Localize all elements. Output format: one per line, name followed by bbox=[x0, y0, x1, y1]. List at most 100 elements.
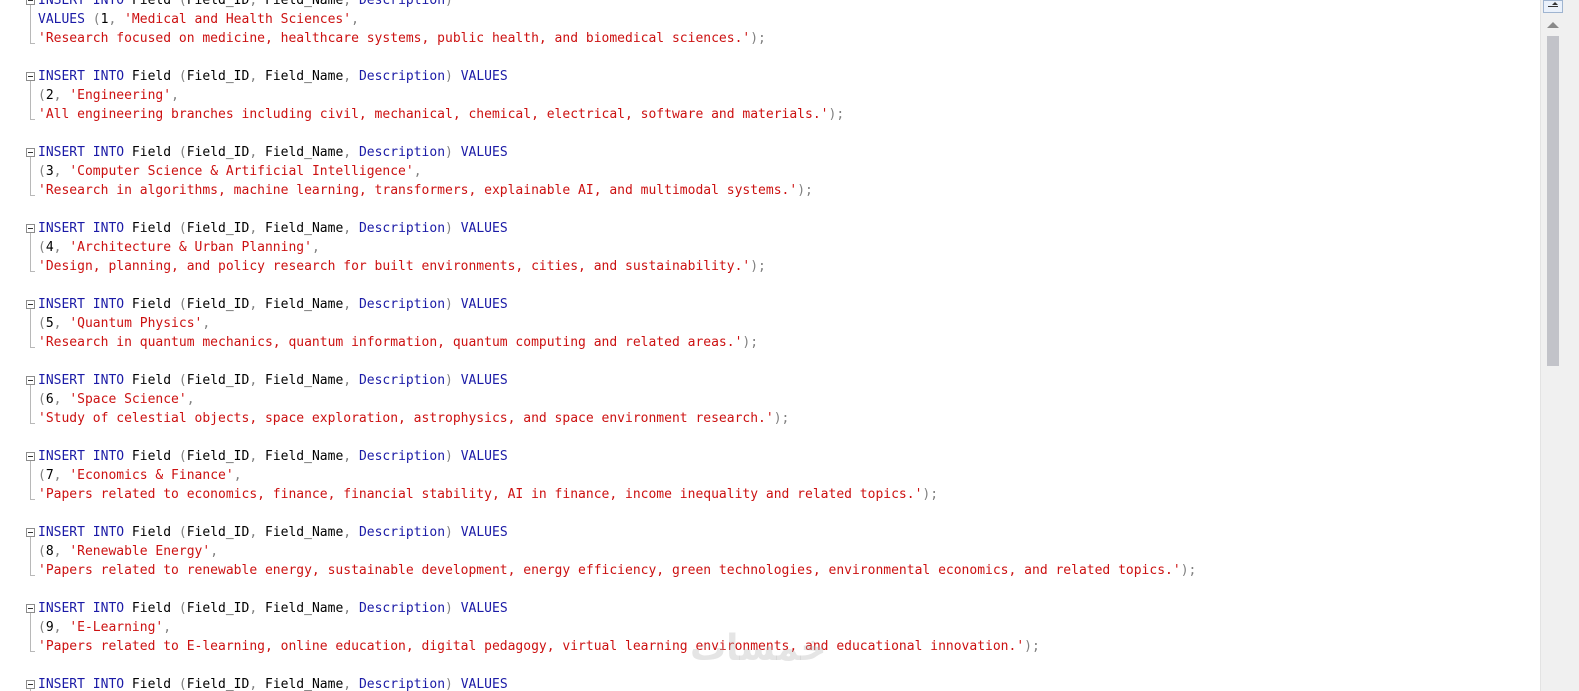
sql-token: Field_Name bbox=[265, 221, 344, 236]
sql-keyword: Description bbox=[358, 677, 446, 691]
collapse-region-icon[interactable] bbox=[26, 376, 35, 385]
sql-string: 'Design, planning, and policy research f… bbox=[38, 259, 751, 274]
code-line: (4, 'Architecture & Urban Planning', bbox=[0, 238, 1540, 257]
sql-token: ( bbox=[178, 69, 187, 84]
code-line: 'Research focused on medicine, healthcar… bbox=[0, 29, 1540, 48]
vertical-scrollbar[interactable] bbox=[1540, 0, 1579, 691]
sql-token: 5 bbox=[45, 316, 54, 331]
sql-token: , bbox=[53, 392, 70, 407]
code-line: INSERT INTO Field (Field_ID, Field_Name,… bbox=[0, 523, 1540, 542]
sql-token: ); bbox=[750, 31, 766, 46]
collapse-region-icon[interactable] bbox=[26, 148, 35, 157]
sql-token: ) bbox=[445, 297, 461, 312]
sql-token: Field_ID bbox=[186, 0, 250, 8]
sql-token: Field_ID bbox=[186, 677, 250, 691]
sql-keyword: Description bbox=[358, 145, 446, 160]
sql-string: 'Medical and Health Sciences' bbox=[124, 12, 352, 27]
collapse-region-icon[interactable] bbox=[26, 452, 35, 461]
sql-token: ( bbox=[178, 677, 187, 691]
sql-token: 7 bbox=[45, 468, 54, 483]
collapse-region-icon[interactable] bbox=[26, 0, 35, 5]
sql-token: ( bbox=[178, 373, 187, 388]
code-line: INSERT INTO Field (Field_ID, Field_Name,… bbox=[0, 447, 1540, 466]
sql-token: , bbox=[53, 88, 70, 103]
sql-token: Field bbox=[124, 69, 179, 84]
sql-token: , bbox=[343, 145, 359, 160]
code-line: INSERT INTO Field (Field_ID, Field_Name,… bbox=[0, 0, 1540, 10]
sql-token: , bbox=[53, 544, 70, 559]
sql-keyword: INSERT INTO bbox=[38, 601, 125, 616]
sql-token: Field_ID bbox=[186, 601, 250, 616]
sql-code-editor[interactable]: INSERT INTO Field (Field_ID, Field_Name,… bbox=[0, 0, 1540, 691]
sql-token: Field bbox=[124, 221, 179, 236]
sql-token: , bbox=[249, 601, 265, 616]
collapse-region-icon[interactable] bbox=[26, 72, 35, 81]
sql-token: , bbox=[210, 544, 219, 559]
sql-string: 'Renewable Energy' bbox=[69, 544, 211, 559]
collapse-region-icon[interactable] bbox=[26, 528, 35, 537]
sql-token: , bbox=[108, 12, 125, 27]
sql-token: , bbox=[343, 525, 359, 540]
sql-token: Field_Name bbox=[265, 69, 344, 84]
sql-keyword: INSERT INTO bbox=[38, 69, 125, 84]
sql-keyword: VALUES bbox=[460, 525, 508, 540]
code-line: (3, 'Computer Science & Artificial Intel… bbox=[0, 162, 1540, 181]
sql-token: , bbox=[413, 164, 422, 179]
sql-token: , bbox=[53, 468, 70, 483]
scroll-thumb[interactable] bbox=[1547, 36, 1559, 366]
collapse-region-icon[interactable] bbox=[26, 680, 35, 689]
sql-token: , bbox=[249, 69, 265, 84]
sql-token: , bbox=[186, 392, 195, 407]
sql-token: ); bbox=[773, 411, 790, 426]
sql-token: Field bbox=[124, 525, 179, 540]
sql-token: ( bbox=[178, 0, 187, 8]
sql-token: ) bbox=[445, 221, 461, 236]
sql-token: Field_Name bbox=[265, 0, 344, 8]
sql-token: , bbox=[233, 468, 242, 483]
sql-token: Field_ID bbox=[186, 373, 250, 388]
sql-token: , bbox=[249, 221, 265, 236]
code-line: 'Papers related to economics, finance, f… bbox=[0, 485, 1540, 504]
collapse-region-icon[interactable] bbox=[26, 300, 35, 309]
sql-token: ) bbox=[445, 373, 461, 388]
sql-keyword: Description bbox=[358, 601, 446, 616]
sql-keyword: INSERT INTO bbox=[38, 145, 125, 160]
sql-token: 3 bbox=[45, 164, 54, 179]
scroll-up-icon[interactable] bbox=[1547, 22, 1559, 28]
sql-token: ); bbox=[1180, 563, 1197, 578]
sql-keyword: VALUES bbox=[460, 601, 508, 616]
sql-token: , bbox=[343, 601, 359, 616]
code-line: (2, 'Engineering', bbox=[0, 86, 1540, 105]
sql-token: Field_Name bbox=[265, 297, 344, 312]
sql-token: Field_ID bbox=[186, 221, 250, 236]
collapse-region-icon[interactable] bbox=[26, 604, 35, 613]
sql-token: 4 bbox=[45, 240, 54, 255]
sql-token: Field bbox=[124, 601, 179, 616]
collapse-region-icon[interactable] bbox=[26, 224, 35, 233]
sql-token: ( bbox=[178, 449, 187, 464]
sql-token: , bbox=[351, 12, 359, 27]
sql-token: , bbox=[249, 677, 265, 691]
sql-string: 'All engineering branches including civi… bbox=[38, 107, 829, 122]
code-line: INSERT INTO Field (Field_ID, Field_Name,… bbox=[0, 675, 1540, 691]
sql-token: ( bbox=[38, 316, 46, 331]
sql-token: , bbox=[53, 240, 70, 255]
sql-token: , bbox=[311, 240, 320, 255]
sql-token: Field bbox=[124, 0, 179, 8]
sql-token: Field bbox=[124, 145, 179, 160]
code-lines: INSERT INTO Field (Field_ID, Field_Name,… bbox=[0, 0, 1540, 691]
sql-string: 'Papers related to E-learning, online ed… bbox=[38, 639, 1025, 654]
sql-string: 'Research in quantum mechanics, quantum … bbox=[38, 335, 743, 350]
sql-token: ( bbox=[38, 392, 46, 407]
split-window-icon[interactable] bbox=[1543, 0, 1563, 13]
sql-keyword: Description bbox=[358, 525, 446, 540]
sql-keyword: INSERT INTO bbox=[38, 0, 125, 8]
sql-token: , bbox=[343, 69, 359, 84]
sql-token: Field_ID bbox=[186, 449, 250, 464]
sql-keyword: Description bbox=[358, 297, 446, 312]
